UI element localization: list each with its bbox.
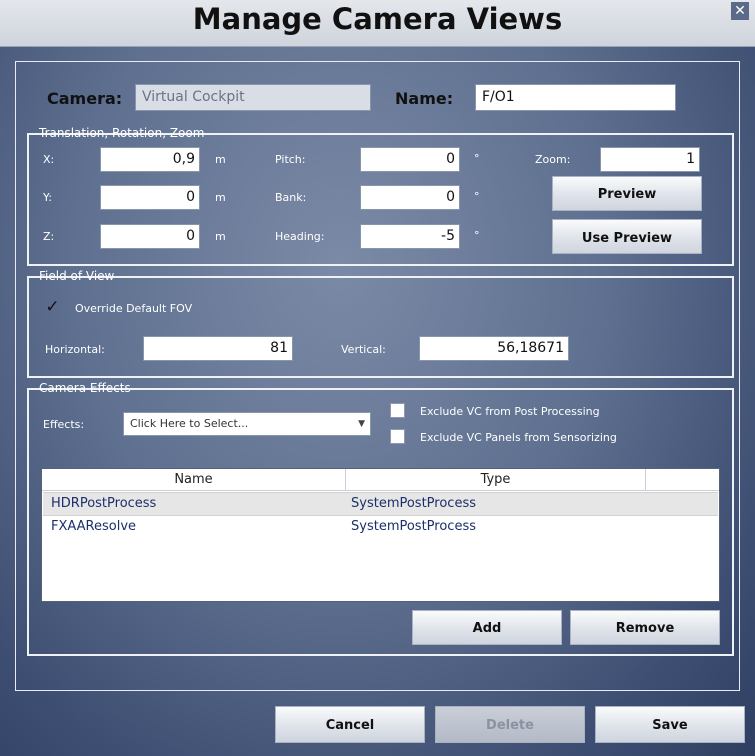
save-button[interactable]: Save [595,706,745,743]
exclude-panels-checkbox[interactable] [390,429,405,444]
z-unit: m [215,230,226,243]
bank-field[interactable]: 0 [360,185,460,210]
cancel-button[interactable]: Cancel [275,706,425,743]
y-label: Y: [43,191,52,204]
bank-unit: ° [474,190,480,203]
table-cell-type: SystemPostProcess [351,496,476,511]
table-cell-name: HDRPostProcess [51,496,157,511]
table-cell-type: SystemPostProcess [351,519,476,534]
horizontal-label: Horizontal: [45,343,105,356]
bank-label: Bank: [275,191,307,204]
camera-field: Virtual Cockpit [135,84,371,111]
table-row[interactable]: HDRPostProcess SystemPostProcess [43,492,718,516]
effects-group-title: Camera Effects [39,381,131,395]
z-label: Z: [43,230,55,243]
heading-label: Heading: [275,230,325,243]
exclude-post-label: Exclude VC from Post Processing [420,405,600,418]
effects-table: Name Type HDRPostProcess SystemPostProce… [41,468,720,602]
zoom-field[interactable]: 1 [600,147,700,172]
name-field[interactable]: F/O1 [475,84,676,111]
y-unit: m [215,191,226,204]
fov-group: Field of View [27,269,734,378]
vertical-fov-field[interactable]: 56,18671 [419,336,569,361]
exclude-panels-label: Exclude VC Panels from Sensorizing [420,431,617,444]
title-bar: Manage Camera Views ✕ [0,0,755,47]
x-field[interactable]: 0,9 [100,147,200,172]
effects-dropdown[interactable]: Click Here to Select... ▼ [123,412,371,436]
vertical-label: Vertical: [341,343,386,356]
horizontal-fov-field[interactable]: 81 [143,336,293,361]
add-button[interactable]: Add [412,610,562,645]
pitch-unit: ° [474,152,480,165]
effects-label: Effects: [43,418,85,431]
column-header-filler [646,469,719,491]
effects-dropdown-value: Click Here to Select... [130,417,249,430]
override-fov-checkbox[interactable]: ✓ [45,299,60,316]
column-header-name[interactable]: Name [42,469,346,491]
table-row[interactable]: FXAAResolve SystemPostProcess [43,516,718,538]
delete-button[interactable]: Delete [435,706,585,743]
heading-unit: ° [474,229,480,242]
preview-button[interactable]: Preview [552,176,702,211]
close-icon[interactable]: ✕ [731,2,749,20]
remove-button[interactable]: Remove [570,610,720,645]
translation-group-title: Translation, Rotation, Zoom [39,126,205,140]
z-field[interactable]: 0 [100,224,200,249]
heading-field[interactable]: -5 [360,224,460,249]
pitch-field[interactable]: 0 [360,147,460,172]
name-label: Name: [395,89,454,108]
chevron-down-icon: ▼ [358,419,365,429]
fov-group-title: Field of View [39,269,115,283]
table-cell-name: FXAAResolve [51,519,137,534]
y-field[interactable]: 0 [100,185,200,210]
camera-label: Camera: [47,89,123,108]
window-title: Manage Camera Views [192,2,563,36]
zoom-label: Zoom: [535,153,571,166]
column-header-type[interactable]: Type [346,469,646,491]
pitch-label: Pitch: [275,153,306,166]
exclude-post-checkbox[interactable] [390,403,405,418]
override-fov-label: Override Default FOV [75,302,193,315]
x-unit: m [215,153,226,166]
use-preview-button[interactable]: Use Preview [552,219,702,254]
x-label: X: [43,153,55,166]
